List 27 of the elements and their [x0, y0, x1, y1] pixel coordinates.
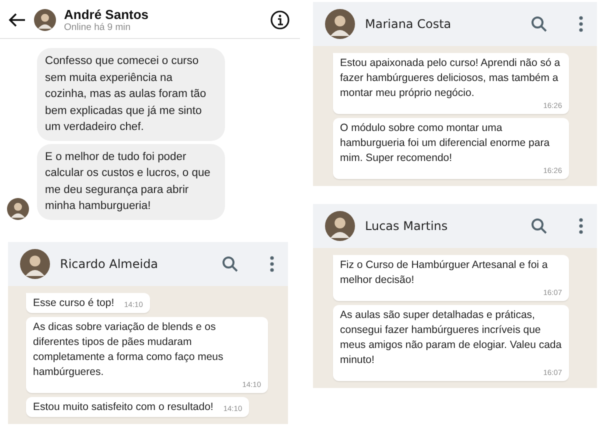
search-icon[interactable]: [531, 16, 547, 32]
message-text: As aulas são super detalhadas e práticas, consegui fazer hambúrgueres incríveis que meus amigos não param de elogiar. Valeu cada minuto!: [340, 308, 562, 368]
contact-name: Mariana Costa: [365, 17, 452, 31]
message-text: As dicas sobre variação de blends e os diferentes tipos de pães mudaram completamente a forma como faço meus hambúrgueres.: [33, 320, 224, 380]
contact-name: Lucas Martins: [365, 219, 449, 233]
avatar: [34, 8, 56, 30]
contact-name: Ricardo Almeida: [60, 256, 160, 270]
message-text: Fiz o Curso de Hambúrguer Artesanal e foi a melhor decisão!: [340, 258, 549, 288]
message-text: Estou apaixonada pelo curso! Aprendi não só a fazer hambúrgueres deliciosos, mas também a montar meu próprio negócio.: [340, 56, 562, 101]
online-status: Online há 9 min: [64, 22, 132, 32]
avatar: [7, 198, 29, 220]
avatar: [325, 211, 355, 241]
message-bubble: E o melhor de tudo foi poder calcular os custos e lucros, o que me deu segurança para abrir minha hamburgueria!: [37, 144, 225, 220]
more-options-icon[interactable]: [270, 256, 274, 272]
avatar: [325, 9, 355, 39]
avatar: [20, 248, 50, 278]
more-options-icon[interactable]: [579, 218, 583, 234]
back-arrow-icon[interactable]: [8, 12, 26, 26]
search-icon[interactable]: [222, 256, 238, 272]
message-text: Esse curso é top!: [33, 296, 114, 310]
more-options-icon[interactable]: [579, 16, 583, 32]
info-icon[interactable]: [270, 10, 290, 30]
message-text: O módulo sobre como montar uma hamburgueria foi um diferencial enorme para mim. Super recomendo!: [340, 121, 551, 166]
contact-name: André Santos: [64, 6, 150, 22]
message-text: Estou muito satisfeito com o resultado!: [33, 400, 214, 414]
message-bubble: Confesso que comecei o curso sem muita experiência na cozinha, mas as aulas foram tão bem explicadas que já me sinto um verdadeiro chef.: [37, 48, 225, 140]
search-icon[interactable]: [531, 218, 547, 234]
